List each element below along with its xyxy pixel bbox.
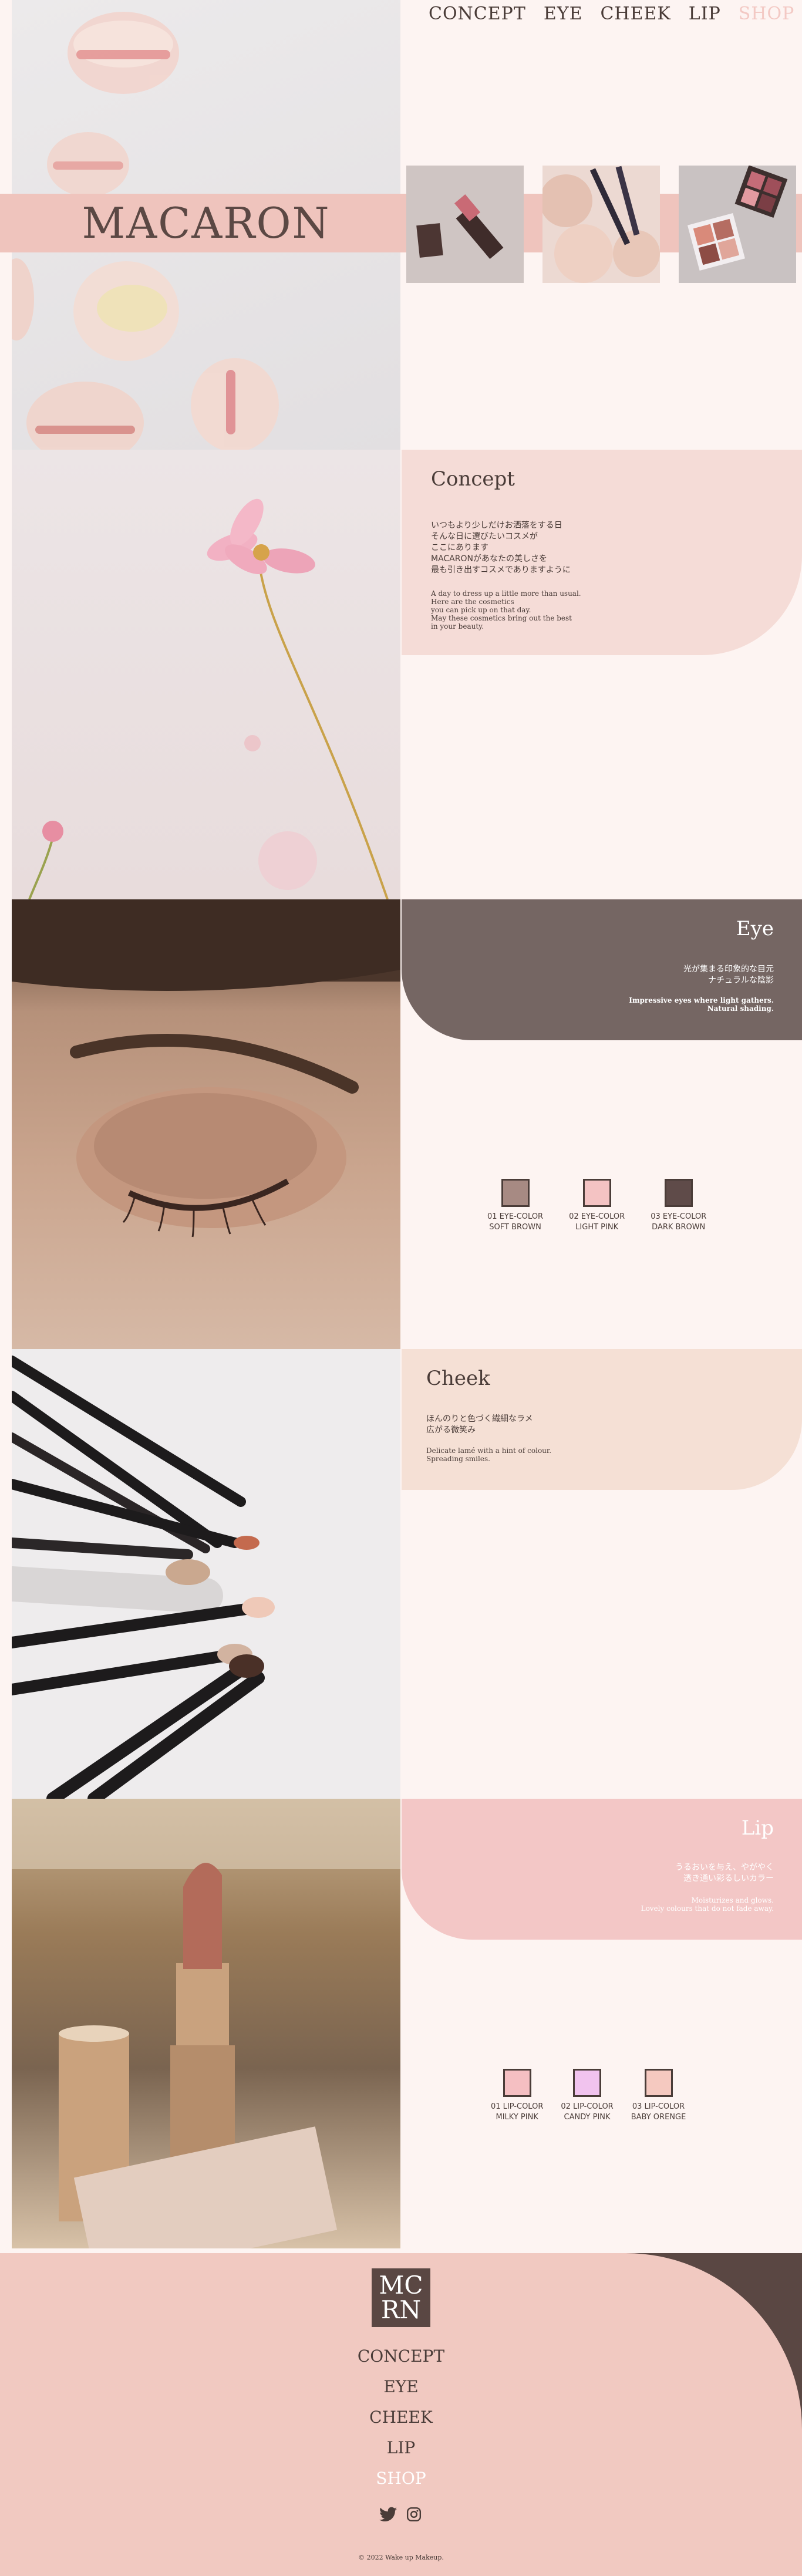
lip-swatch-baby-orange[interactable]: 03 LIP-COLOR BABY ORENGE bbox=[631, 2069, 686, 2123]
lip-title: Lip bbox=[741, 1816, 774, 1840]
swatch-color bbox=[573, 2069, 602, 2097]
eye-title: Eye bbox=[736, 917, 774, 940]
lip-card: Lip うるおいを与え、やがやく 透き通い彩るしいカラー Moisturizes … bbox=[402, 1799, 802, 1940]
palette-product-image bbox=[679, 166, 796, 283]
eye-swatch-dark-brown[interactable]: 03 EYE-COLOR DARK BROWN bbox=[651, 1179, 706, 1233]
twitter-icon[interactable] bbox=[379, 2507, 397, 2522]
footer-link-shop[interactable]: SHOP bbox=[0, 2463, 802, 2494]
thumb-eye-palette[interactable] bbox=[679, 166, 796, 283]
footer-link-concept[interactable]: CONCEPT bbox=[0, 2341, 802, 2372]
nav-shop[interactable]: SHOP bbox=[739, 4, 795, 24]
eye-card: Eye 光が集まる印象的な目元 ナチュラルな陰影 Impressive eyes … bbox=[402, 899, 802, 1040]
cheek-title: Cheek bbox=[426, 1367, 490, 1390]
concept-en-text: A day to dress up a little more than usu… bbox=[431, 589, 581, 630]
eye-illustration bbox=[12, 899, 400, 1238]
lip-swatch-candy-pink[interactable]: 02 LIP-COLOR CANDY PINK bbox=[561, 2069, 614, 2123]
concept-jp-text: いつもより少しだけお洒落をする日 そんな日に選びたいコスメが ここにあります MACA… bbox=[431, 521, 571, 575]
eye-en-text: Impressive eyes where light gathers. Natu… bbox=[629, 996, 774, 1013]
thumb-lipstick[interactable] bbox=[406, 166, 524, 283]
eye-swatch-light-pink[interactable]: 02 EYE-COLOR LIGHT PINK bbox=[569, 1179, 625, 1233]
swatch-color bbox=[501, 1179, 530, 1207]
brushes-illustration bbox=[12, 1356, 275, 1799]
concept-flower-photo bbox=[12, 450, 400, 899]
lipstick-product-image bbox=[406, 166, 524, 283]
eye-jp-text: 光が集まる印象的な目元 ナチュラルな陰影 bbox=[683, 965, 774, 985]
lipstick-photo bbox=[12, 1799, 400, 2248]
social-links bbox=[379, 2507, 422, 2522]
powder-product-image bbox=[542, 166, 660, 283]
lip-swatch-milky-pink[interactable]: 01 LIP-COLOR MILKY PINK bbox=[491, 2069, 543, 2123]
instagram-icon[interactable] bbox=[406, 2507, 422, 2522]
brand-title: MACARON bbox=[82, 198, 331, 248]
lipstick-illustration bbox=[12, 1799, 400, 2248]
cosmos-flower-illustration bbox=[28, 498, 389, 899]
swatch-color bbox=[582, 1179, 611, 1207]
cheek-en-text: Delicate lamé with a hint of colour. Spre… bbox=[426, 1447, 552, 1463]
footer-link-lip[interactable]: LIP bbox=[0, 2433, 802, 2463]
lip-swatches: 01 LIP-COLOR MILKY PINK 02 LIP-COLOR CANDY… bbox=[491, 2069, 686, 2123]
footer: MC RN CONCEPT EYE CHEEK LIP SHOP © 2022 … bbox=[0, 2253, 802, 2576]
concept-title: Concept bbox=[431, 467, 515, 491]
brushes-photo bbox=[12, 1349, 400, 1799]
main-nav: CONCEPT EYE CHEEK LIP SHOP bbox=[429, 4, 794, 24]
eye-swatches: 01 EYE-COLOR SOFT BROWN 02 EYE-COLOR LIGHT… bbox=[487, 1179, 706, 1233]
eye-swatch-soft-brown[interactable]: 01 EYE-COLOR SOFT BROWN bbox=[487, 1179, 543, 1233]
swatch-color bbox=[644, 2069, 673, 2097]
lip-en-text: Moisturizes and glows. Lovely colours tha… bbox=[641, 1896, 774, 1913]
swatch-color bbox=[503, 2069, 531, 2097]
swatch-color bbox=[664, 1179, 693, 1207]
thumb-brushes-powder[interactable] bbox=[542, 166, 660, 283]
eye-photo bbox=[12, 899, 400, 1349]
cheek-jp-text: ほんのりと色づく繊細なラメ 広がる微笑み bbox=[426, 1414, 533, 1435]
copyright: © 2022 Wake up Makeup. bbox=[358, 2554, 444, 2561]
footer-nav: CONCEPT EYE CHEEK LIP SHOP bbox=[0, 2341, 802, 2494]
footer-logo[interactable]: MC RN bbox=[372, 2268, 430, 2327]
nav-cheek[interactable]: CHEEK bbox=[600, 4, 670, 24]
concept-card: Concept いつもより少しだけお洒落をする日 そんな日に選びたいコスメが ここに… bbox=[402, 450, 802, 655]
cheek-card: Cheek ほんのりと色づく繊細なラメ 広がる微笑み Delicate lamé … bbox=[402, 1349, 802, 1490]
lip-jp-text: うるおいを与え、やがやく 透き通い彩るしいカラー bbox=[675, 1863, 774, 1883]
nav-eye[interactable]: EYE bbox=[544, 4, 583, 24]
nav-concept[interactable]: CONCEPT bbox=[429, 4, 526, 24]
footer-link-cheek[interactable]: CHEEK bbox=[0, 2402, 802, 2433]
footer-link-eye[interactable]: EYE bbox=[0, 2372, 802, 2402]
nav-lip[interactable]: LIP bbox=[689, 4, 721, 24]
